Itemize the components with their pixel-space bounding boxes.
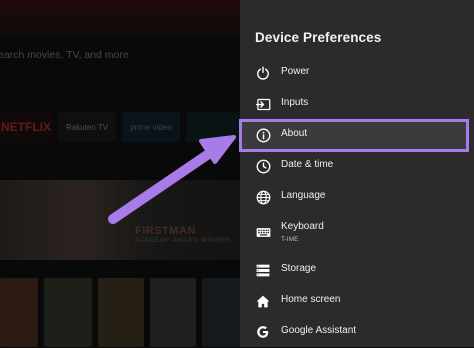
google-icon <box>255 324 271 340</box>
menu-item-google-assistant[interactable]: Google Assistant <box>240 317 474 348</box>
menu-item-label: Keyboard <box>281 221 324 232</box>
menu-item-label: Power <box>281 66 310 77</box>
menu-item-date-time[interactable]: Date & time <box>240 151 474 182</box>
menu-item-label: Inputs <box>281 97 309 108</box>
tv-home-background: earch movies, TV, and more NETFLIX Rakut… <box>0 0 240 347</box>
power-icon <box>255 65 271 81</box>
panel-title: Device Preferences <box>255 30 382 45</box>
dim-overlay <box>0 0 240 347</box>
menu-item-storage[interactable]: Storage <box>240 255 474 286</box>
menu-item-label: Storage <box>281 263 317 274</box>
clock-icon <box>255 158 271 174</box>
menu-item-power[interactable]: Power <box>240 58 474 89</box>
device-preferences-panel: Device Preferences Power Inputs About Da… <box>239 0 474 348</box>
menu-item-inputs[interactable]: Inputs <box>240 89 474 120</box>
storage-icon <box>255 262 271 278</box>
menu-item-keyboard[interactable]: Keyboard T-IME <box>240 213 474 249</box>
menu-item-about[interactable]: About <box>239 119 469 152</box>
info-icon <box>255 127 271 143</box>
menu-item-label: About <box>281 128 308 139</box>
menu-item-label: Home screen <box>281 294 341 305</box>
menu-item-language[interactable]: Language <box>240 182 474 213</box>
menu-item-sublabel: T-IME <box>281 236 299 243</box>
input-icon <box>255 96 271 112</box>
keyboard-icon <box>255 224 271 240</box>
menu-item-label: Date & time <box>281 159 334 170</box>
globe-icon <box>255 189 271 205</box>
menu-item-home-screen[interactable]: Home screen <box>240 286 474 317</box>
menu-item-label: Language <box>281 190 326 201</box>
menu-item-label: Google Assistant <box>281 325 357 336</box>
home-icon <box>255 293 271 309</box>
